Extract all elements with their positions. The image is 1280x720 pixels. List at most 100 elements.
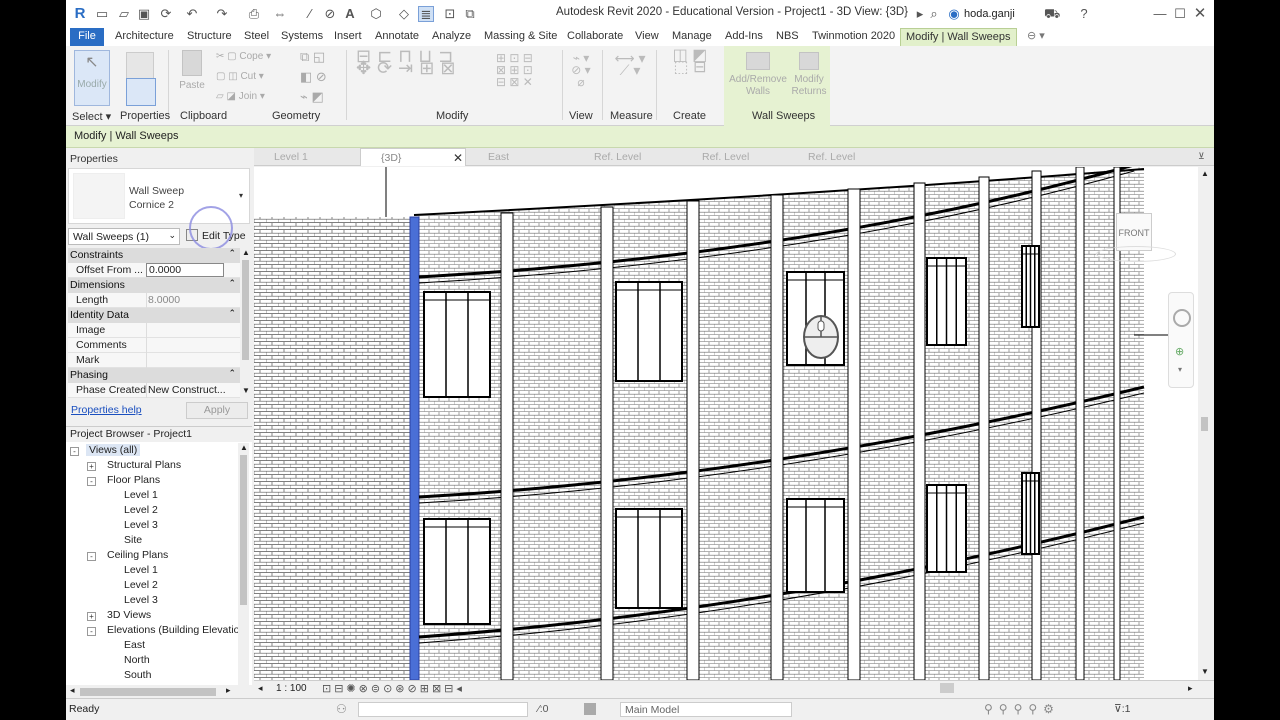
zoom-icon[interactable]: ⊕ (1175, 345, 1184, 358)
view-tab-east[interactable]: East (468, 148, 572, 166)
collapse-icon[interactable]: - (87, 552, 96, 561)
browser-item[interactable]: East (124, 639, 145, 651)
open-icon[interactable]: ▭ (94, 6, 110, 22)
help-icon[interactable]: ? (1076, 6, 1092, 22)
3d-view-icon[interactable]: ⬡ (368, 6, 384, 22)
thin-lines-icon[interactable]: ≣ (418, 6, 434, 22)
collapse-icon[interactable]: ⌃ (228, 308, 236, 319)
design-option-dropdown[interactable]: Main Model (620, 702, 792, 717)
tab-annotate[interactable]: Annotate (370, 28, 424, 46)
measure-icon[interactable]: ⇔ (272, 6, 288, 22)
collapse-icon[interactable]: - (87, 627, 96, 636)
properties-scroll-thumb[interactable] (242, 260, 249, 360)
collapse-icon[interactable]: ⌃ (228, 368, 236, 379)
scroll-right-icon[interactable]: ▸ (1188, 683, 1193, 694)
tab-architecture[interactable]: Architecture (110, 28, 179, 46)
properties-type-icon[interactable] (126, 52, 154, 80)
create-tools[interactable]: ◫ ◩ ⬚ ⊟ (662, 48, 718, 76)
tab-manage[interactable]: Manage (667, 28, 717, 46)
property-group[interactable]: Dimensions ⌃ (68, 278, 240, 293)
view-control-icons[interactable]: ⊡⊟✺⊗⊜⊙⊛⊘⊞⊠⊟◂ (322, 682, 465, 695)
redo-icon[interactable]: ↷ (214, 6, 230, 22)
tab-twinmotion[interactable]: Twinmotion 2020 (807, 28, 900, 46)
browser-item[interactable]: Level 2 (124, 504, 158, 516)
browser-item[interactable]: Ceiling Plans (107, 549, 168, 561)
tab-structure[interactable]: Structure (182, 28, 237, 46)
maximize-icon[interactable]: ☐ (1172, 6, 1188, 22)
binoculars-icon[interactable]: ⌕ (926, 6, 942, 22)
browser-hscroll-thumb[interactable] (80, 688, 216, 696)
view-tab-3d[interactable]: {3D} ✕ (360, 148, 466, 166)
modify-small-tools[interactable]: ⊞ ⊡ ⊟ ⊠ ⊞ ⊡ ⊟ ⊠ ✕ (496, 52, 556, 88)
tab-steel[interactable]: Steel (239, 28, 274, 46)
tag-icon[interactable]: ⊘ (322, 6, 338, 22)
close-hidden-icon[interactable]: ⊡ (442, 6, 458, 22)
worksets-icon[interactable]: ⚇ (336, 702, 347, 716)
property-value[interactable]: 0.0000 (146, 263, 224, 277)
3d-view-canvas[interactable] (254, 167, 1198, 680)
view-tools[interactable]: ⌁ ▾ ⊘ ▾ ⌀ (568, 52, 594, 88)
cart-icon[interactable]: ⛟ (1044, 6, 1060, 22)
tab-view[interactable]: View (630, 28, 664, 46)
cope-button[interactable]: ✂ ▢ Cope ▾ (216, 51, 271, 63)
browser-hscrollbar[interactable]: ◂ ▸ (66, 685, 252, 699)
browser-item[interactable]: Level 2 (124, 579, 158, 591)
modify-tools-group[interactable]: ⊟⊏⊓⊔⊐ ✥⟳⇥⊞⊠ (356, 47, 506, 108)
browser-item[interactable]: North (124, 654, 150, 666)
tab-collaborate[interactable]: Collaborate (562, 28, 628, 46)
tab-modify-wall-sweeps[interactable]: Modify | Wall Sweeps (900, 28, 1017, 46)
collapse-icon[interactable]: ⌃ (228, 278, 236, 289)
tab-add-ins[interactable]: Add-Ins (720, 28, 768, 46)
browser-item[interactable]: 3D Views (107, 609, 151, 621)
scroll-left-icon[interactable]: ◂ (258, 683, 263, 694)
paste-button[interactable]: Paste (178, 50, 206, 92)
view-scrollbar[interactable]: ▲ ▼ (1198, 167, 1212, 680)
view-tab-ref-level-2[interactable]: Ref. Level (682, 148, 786, 166)
browser-item[interactable]: Level 3 (124, 519, 158, 531)
tabs-menu-icon[interactable]: ⊻ (1198, 151, 1205, 162)
expand-icon[interactable]: + (87, 612, 96, 621)
instance-filter-dropdown[interactable]: Wall Sweeps (1) ⌄ (68, 228, 180, 245)
section-icon[interactable]: ◇ (396, 6, 412, 22)
view-tab-ref-level-1[interactable]: Ref. Level (574, 148, 678, 166)
add-remove-walls-button[interactable]: Add/Remove Walls (728, 52, 788, 98)
join-button[interactable]: ▱ ◪ Join ▾ (216, 91, 265, 103)
properties-button[interactable] (126, 78, 156, 106)
panel-select[interactable]: Select ▾ (72, 110, 111, 123)
view-tab-ref-level-3[interactable]: Ref. Level (788, 148, 892, 166)
save-icon[interactable]: ▣ (136, 6, 152, 22)
geometry-tools-icon[interactable]: ⧉ ◱ (300, 50, 325, 63)
browser-item[interactable]: Level 1 (124, 489, 158, 501)
cut-button[interactable]: ▢ ◫ Cut ▾ (216, 71, 264, 83)
browser-scrollbar[interactable]: ▲ (238, 443, 249, 685)
user-name[interactable]: hoda.ganji (964, 8, 1015, 20)
expand-icon[interactable]: + (87, 462, 96, 471)
close-tab-icon[interactable]: ✕ (453, 149, 463, 167)
view-scale[interactable]: 1 : 100 (276, 683, 307, 694)
geometry-paint-icon[interactable]: ⌁ ◩ (300, 90, 324, 103)
tab-nbs[interactable]: NBS (771, 28, 804, 46)
print-icon[interactable]: ⎙ (246, 6, 262, 22)
browser-item[interactable]: Views (all) (86, 444, 141, 456)
tab-analyze[interactable]: Analyze (427, 28, 476, 46)
browser-scroll-thumb[interactable] (240, 455, 247, 605)
chevron-down-icon[interactable]: ▾ (1178, 365, 1182, 374)
property-group[interactable]: Phasing ⌃ (68, 368, 240, 383)
workset-dropdown[interactable] (358, 702, 528, 717)
browser-item[interactable]: South (124, 669, 151, 681)
property-value[interactable]: New Construct... (148, 384, 226, 396)
view-tab-level-1[interactable]: Level 1 (254, 148, 358, 166)
steering-wheel-icon[interactable] (1173, 309, 1191, 327)
browser-item[interactable]: Level 3 (124, 594, 158, 606)
browser-item[interactable]: Elevations (Building Elevation (107, 624, 245, 636)
tab-overflow-icon[interactable]: ⊖ ▾ (1022, 28, 1050, 46)
modify-button[interactable]: ↖ Modify (74, 50, 110, 106)
tab-insert[interactable]: Insert (329, 28, 367, 46)
minimize-icon[interactable]: — (1152, 6, 1168, 22)
view-cube-compass[interactable] (1096, 246, 1176, 262)
design-options-icon[interactable] (584, 703, 596, 715)
geometry-split-icon[interactable]: ◧ ⊘ (300, 70, 327, 83)
tab-systems[interactable]: Systems (276, 28, 328, 46)
sync-icon[interactable]: ⟳ (158, 6, 174, 22)
property-value[interactable]: 8.0000 (148, 294, 180, 306)
